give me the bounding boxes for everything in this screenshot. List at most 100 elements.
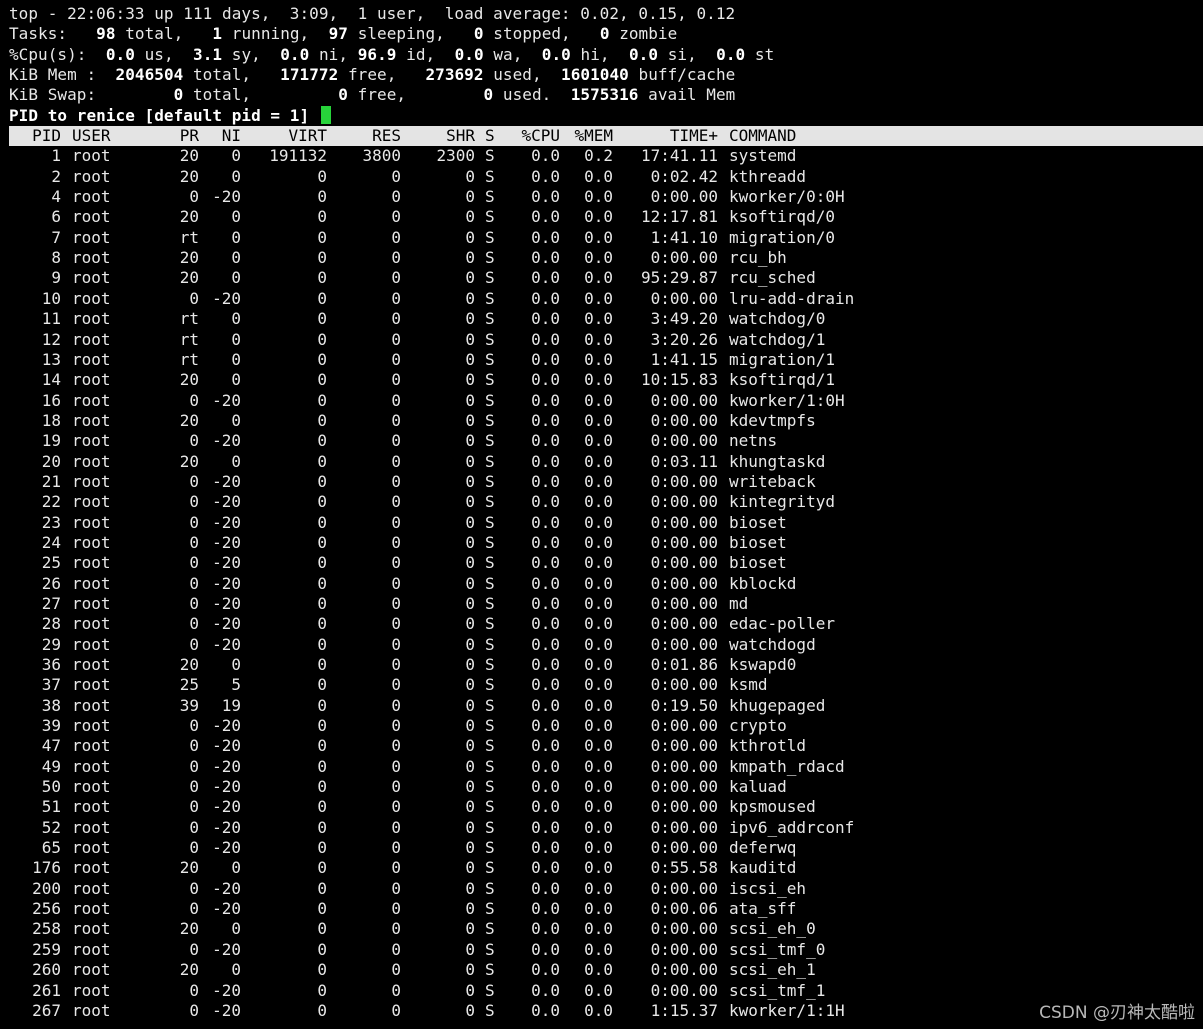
- process-row[interactable]: 16 root 0 -20 0 0 0 S 0.0 0.0 0:00.00 kworker/1:0H: [9, 391, 1203, 411]
- process-state: S: [485, 227, 495, 247]
- process-time: 0:00.00: [650, 471, 718, 491]
- process-row[interactable]: 14 root 20 0 0 0 0 S 0.0 0.0 10:15.83 ksoftirqd/1: [9, 370, 1203, 390]
- process-time: 0:00.00: [650, 736, 718, 756]
- process-res: 0: [391, 329, 401, 349]
- process-cpu: 0.0: [531, 268, 560, 288]
- swap-avail: 1575316: [570, 85, 639, 105]
- process-command: rcu_sched: [729, 268, 816, 288]
- process-row[interactable]: 52 root 0 -20 0 0 0 S 0.0 0.0 0:00.00 ipv6_addrconf: [9, 818, 1203, 838]
- process-res: 0: [391, 838, 401, 858]
- cpu-sy: 3.1: [193, 44, 223, 64]
- process-row[interactable]: 176 root 20 0 0 0 0 S 0.0 0.0 0:55.58 kauditd: [9, 858, 1203, 878]
- process-mem: 0.0: [584, 573, 613, 593]
- process-row[interactable]: 2 root 20 0 0 0 0 S 0.0 0.0 0:02.42 kthreadd: [9, 167, 1203, 187]
- process-row[interactable]: 20 root 20 0 0 0 0 S 0.0 0.0 0:03.11 khungtaskd: [9, 452, 1203, 472]
- process-row[interactable]: 21 root 0 -20 0 0 0 S 0.0 0.0 0:00.00 writeback: [9, 472, 1203, 492]
- process-pid: 26: [41, 573, 61, 593]
- process-row[interactable]: 258 root 20 0 0 0 0 S 0.0 0.0 0:00.00 scsi_eh_0: [9, 919, 1203, 939]
- process-shr: 0: [465, 512, 475, 532]
- process-row[interactable]: 49 root 0 -20 0 0 0 S 0.0 0.0 0:00.00 kmpath_rdacd: [9, 757, 1203, 777]
- process-user: root: [72, 553, 111, 573]
- process-row[interactable]: 8 root 20 0 0 0 0 S 0.0 0.0 0:00.00 rcu_bh: [9, 248, 1203, 268]
- tasks-zombie-label: zombie: [619, 24, 678, 44]
- process-row[interactable]: 256 root 0 -20 0 0 0 S 0.0 0.0 0:00.06 ata_sff: [9, 899, 1203, 919]
- process-row[interactable]: 19 root 0 -20 0 0 0 S 0.0 0.0 0:00.00 netns: [9, 431, 1203, 451]
- process-res: 0: [391, 309, 401, 329]
- process-shr: 0: [465, 349, 475, 369]
- process-row[interactable]: 9 root 20 0 0 0 0 S 0.0 0.0 95:29.87 rcu_sched: [9, 268, 1203, 288]
- process-user: root: [72, 166, 111, 186]
- process-mem: 0.0: [584, 410, 613, 430]
- process-pr: 20: [179, 960, 199, 980]
- process-mem: 0.0: [584, 756, 613, 776]
- process-row[interactable]: 4 root 0 -20 0 0 0 S 0.0 0.0 0:00.00 kworker/0:0H: [9, 187, 1203, 207]
- process-row[interactable]: 1 root 20 0 191132 3800 2300 S 0.0 0.2 17:41.11 sys…: [9, 146, 1203, 166]
- process-user: root: [72, 878, 111, 898]
- process-virt: 0: [317, 410, 327, 430]
- column-header-cpu: %CPU: [521, 126, 560, 146]
- process-row[interactable]: 10 root 0 -20 0 0 0 S 0.0 0.0 0:00.00 lru-add-drain: [9, 289, 1203, 309]
- process-row[interactable]: 29 root 0 -20 0 0 0 S 0.0 0.0 0:00.00 watchdogd: [9, 635, 1203, 655]
- process-row[interactable]: 6 root 20 0 0 0 0 S 0.0 0.0 12:17.81 ksoftirqd/0: [9, 207, 1203, 227]
- process-time: 0:55.58: [650, 858, 718, 878]
- process-row[interactable]: 37 root 25 5 0 0 0 S 0.0 0.0 0:00.00 ksmd: [9, 675, 1203, 695]
- process-virt: 0: [317, 288, 327, 308]
- process-row[interactable]: 36 root 20 0 0 0 0 S 0.0 0.0 0:01.86 kswapd0: [9, 655, 1203, 675]
- process-row[interactable]: 25 root 0 -20 0 0 0 S 0.0 0.0 0:00.00 bioset: [9, 553, 1203, 573]
- mem-line: KiB Mem : 2046504 total, 171772 free, 27…: [9, 65, 1203, 85]
- process-command: kaluad: [729, 777, 787, 797]
- process-time: 95:29.87: [640, 268, 718, 288]
- text-cursor[interactable]: [320, 105, 331, 124]
- process-row[interactable]: 259 root 0 -20 0 0 0 S 0.0 0.0 0:00.00 scsi_tmf_0: [9, 940, 1203, 960]
- process-row[interactable]: 65 root 0 -20 0 0 0 S 0.0 0.0 0:00.00 deferwq: [9, 838, 1203, 858]
- process-row[interactable]: 13 root rt 0 0 0 0 S 0.0 0.0 1:41.15 migration/1: [9, 350, 1203, 370]
- process-pid: 10: [41, 288, 61, 308]
- process-row[interactable]: 267 root 0 -20 0 0 0 S 0.0 0.0 1:15.37 kworker/1:1H: [9, 1001, 1203, 1021]
- process-ni: -20: [212, 878, 241, 898]
- process-pid: 260: [32, 960, 61, 980]
- process-command: iscsi_eh: [729, 878, 807, 898]
- process-time: 0:00.00: [650, 512, 718, 532]
- process-row[interactable]: 11 root rt 0 0 0 0 S 0.0 0.0 3:49.20 watchdog/0: [9, 309, 1203, 329]
- process-row[interactable]: 39 root 0 -20 0 0 0 S 0.0 0.0 0:00.00 crypto: [9, 716, 1203, 736]
- process-mem: 0.0: [584, 878, 613, 898]
- process-row[interactable]: 7 root rt 0 0 0 0 S 0.0 0.0 1:41.10 migration/0: [9, 228, 1203, 248]
- process-row[interactable]: 38 root 39 19 0 0 0 S 0.0 0.0 0:19.50 khugepaged: [9, 696, 1203, 716]
- renice-prompt-line[interactable]: PID to renice [default pid = 1]: [9, 105, 1203, 126]
- process-row[interactable]: 27 root 0 -20 0 0 0 S 0.0 0.0 0:00.00 md: [9, 594, 1203, 614]
- process-row[interactable]: 200 root 0 -20 0 0 0 S 0.0 0.0 0:00.00 iscsi_eh: [9, 879, 1203, 899]
- process-row[interactable]: 51 root 0 -20 0 0 0 S 0.0 0.0 0:00.00 kpsmoused: [9, 797, 1203, 817]
- process-pr: 0: [189, 573, 199, 593]
- process-shr: 0: [465, 431, 475, 451]
- process-list[interactable]: 1 root 20 0 191132 3800 2300 S 0.0 0.2 17:41.11 sys…: [9, 146, 1203, 1021]
- process-time: 0:00.00: [650, 797, 718, 817]
- process-shr: 0: [465, 838, 475, 858]
- process-command: deferwq: [729, 838, 797, 858]
- process-row[interactable]: 24 root 0 -20 0 0 0 S 0.0 0.0 0:00.00 bioset: [9, 533, 1203, 553]
- process-row[interactable]: 22 root 0 -20 0 0 0 S 0.0 0.0 0:00.00 kintegrityd: [9, 492, 1203, 512]
- process-row[interactable]: 26 root 0 -20 0 0 0 S 0.0 0.0 0:00.00 kblockd: [9, 574, 1203, 594]
- process-mem: 0.2: [584, 146, 613, 166]
- process-virt: 0: [317, 329, 327, 349]
- process-row[interactable]: 260 root 20 0 0 0 0 S 0.0 0.0 0:00.00 scsi_eh_1: [9, 960, 1203, 980]
- process-shr: 0: [465, 207, 475, 227]
- process-shr: 0: [465, 634, 475, 654]
- process-shr: 0: [465, 187, 475, 207]
- process-user: root: [72, 146, 111, 166]
- process-virt: 0: [317, 817, 327, 837]
- process-cpu: 0.0: [531, 614, 560, 634]
- process-row[interactable]: 12 root rt 0 0 0 0 S 0.0 0.0 3:20.26 watchdog/1: [9, 330, 1203, 350]
- terminal-window[interactable]: top - 22:06:33 up 111 days, 3:09, 1 user…: [9, 4, 1203, 1021]
- process-row[interactable]: 261 root 0 -20 0 0 0 S 0.0 0.0 0:00.00 scsi_tmf_1: [9, 981, 1203, 1001]
- process-mem: 0.0: [584, 593, 613, 613]
- process-pr: 20: [179, 166, 199, 186]
- process-row[interactable]: 18 root 20 0 0 0 0 S 0.0 0.0 0:00.00 kdevtmpfs: [9, 411, 1203, 431]
- process-pr: 0: [189, 431, 199, 451]
- process-row[interactable]: 23 root 0 -20 0 0 0 S 0.0 0.0 0:00.00 bioset: [9, 513, 1203, 533]
- process-row[interactable]: 47 root 0 -20 0 0 0 S 0.0 0.0 0:00.00 kthrotld: [9, 736, 1203, 756]
- process-row[interactable]: 28 root 0 -20 0 0 0 S 0.0 0.0 0:00.00 edac-poller: [9, 614, 1203, 634]
- swap-free: 0: [338, 85, 348, 105]
- process-row[interactable]: 50 root 0 -20 0 0 0 S 0.0 0.0 0:00.00 kaluad: [9, 777, 1203, 797]
- process-user: root: [72, 207, 111, 227]
- process-pid: 8: [51, 248, 61, 268]
